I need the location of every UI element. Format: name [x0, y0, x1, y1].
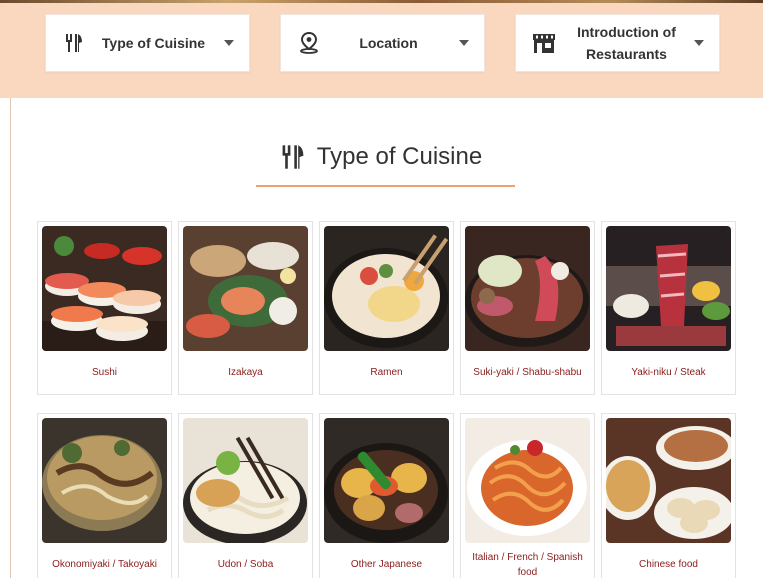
title-underline — [256, 185, 515, 187]
chevron-down-icon — [459, 40, 469, 46]
cuisine-card-italian-french-spanish[interactable]: Italian / French / Spanish food — [460, 413, 595, 578]
ramen-image — [324, 226, 449, 351]
cuisine-label: Yaki-niku / Steak — [631, 367, 706, 378]
utensils-icon — [281, 144, 305, 170]
chinese-food-image — [606, 418, 731, 543]
cuisine-label: Ramen — [370, 367, 403, 378]
nav-label: Type of Cuisine — [101, 35, 206, 51]
cuisine-label: Izakaya — [228, 367, 263, 378]
yakiniku-image — [606, 226, 731, 351]
cuisine-card-sushi[interactable]: Sushi — [37, 221, 172, 395]
cuisine-label: Udon / Soba — [217, 559, 274, 570]
cuisine-card-chinese-food[interactable]: Chinese food — [601, 413, 736, 578]
cuisine-card-okonomiyaki-takoyaki[interactable]: Okonomiyaki / Takoyaki — [37, 413, 172, 578]
nav-label: Location — [359, 35, 418, 51]
chevron-down-icon — [694, 40, 704, 46]
cuisine-card-ramen[interactable]: Ramen — [319, 221, 454, 395]
cuisine-card-sukiyaki-shabu-shabu[interactable]: Suki-yaki / Shabu-shabu — [460, 221, 595, 395]
cuisine-label: Okonomiyaki / Takoyaki — [52, 559, 157, 570]
store-icon — [532, 31, 556, 55]
map-pin-icon — [297, 31, 321, 55]
chevron-down-icon — [224, 40, 234, 46]
okonomiyaki-image — [42, 418, 167, 543]
section-heading: Type of Cuisine — [0, 139, 763, 175]
izakaya-image — [183, 226, 308, 351]
cuisine-label: Italian / French / Spanish food — [472, 551, 583, 578]
cuisine-label: Suki-yaki / Shabu-shabu — [473, 367, 582, 378]
cuisine-label: Chinese food — [639, 559, 698, 570]
nav-location-button[interactable]: Location — [280, 14, 485, 72]
other-japanese-image — [324, 418, 449, 543]
cuisine-card-yakiniku-steak[interactable]: Yaki-niku / Steak — [601, 221, 736, 395]
nav-introduction-of-restaurants-button[interactable]: Introduction of Restaurants — [515, 14, 720, 72]
cuisine-card-other-japanese[interactable]: Other Japanese — [319, 413, 454, 578]
utensils-icon — [62, 31, 86, 55]
page-title: Type of Cuisine — [316, 143, 483, 170]
cuisine-label: Sushi — [91, 367, 117, 378]
cuisine-card-izakaya[interactable]: Izakaya — [178, 221, 313, 395]
cuisine-label: Other Japanese — [350, 559, 423, 570]
sushi-image — [42, 226, 167, 351]
italian-pasta-image — [465, 418, 590, 543]
sukiyaki-image — [465, 226, 590, 351]
nav-type-of-cuisine-button[interactable]: Type of Cuisine — [45, 14, 250, 72]
udon-image — [183, 418, 308, 543]
nav-label: Introduction of Restaurants — [577, 24, 676, 62]
cuisine-card-udon-soba[interactable]: Udon / Soba — [178, 413, 313, 578]
